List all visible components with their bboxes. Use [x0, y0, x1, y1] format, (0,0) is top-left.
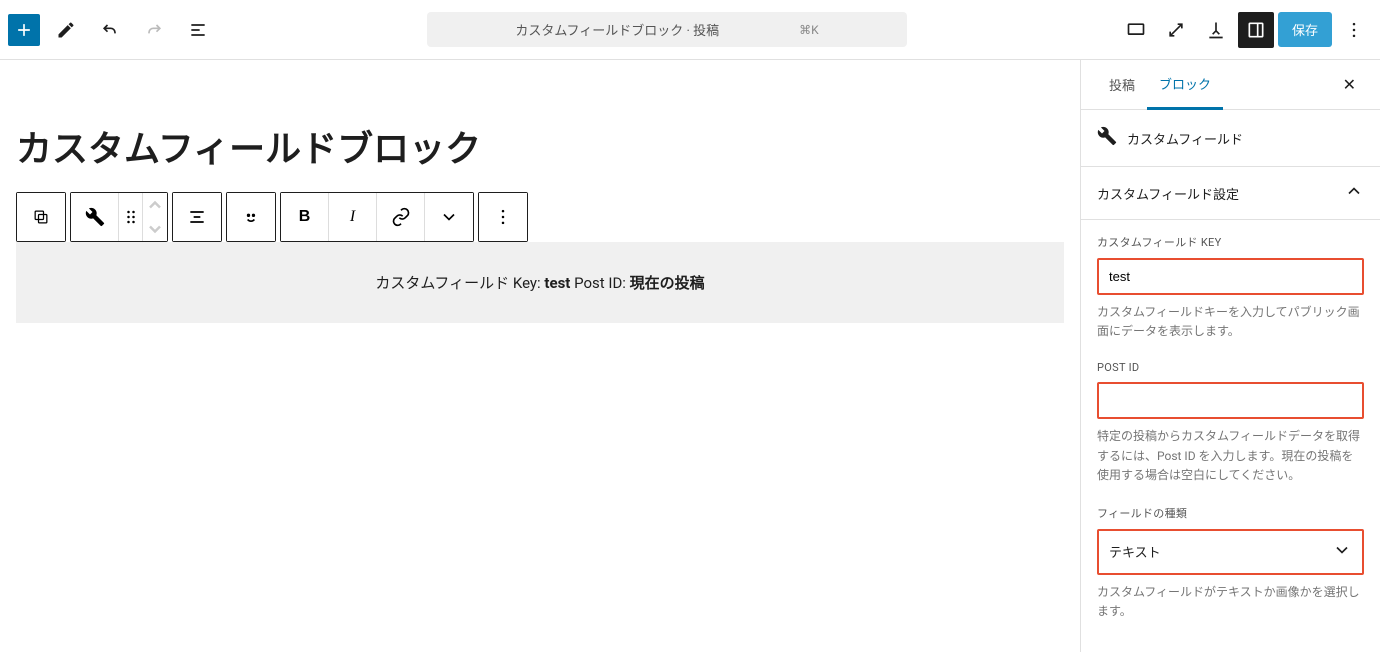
document-title: カスタムフィールドブロック · 投稿	[515, 20, 719, 39]
more-rich-text-button[interactable]	[425, 193, 473, 241]
main: カスタムフィールド ブロック	[0, 60, 1380, 652]
topbar-center: カスタムフィールドブロック · 投稿 ⌘K	[216, 12, 1118, 47]
edit-mode-button[interactable]	[48, 12, 84, 48]
preview-button[interactable]	[1158, 12, 1194, 48]
sidebar-tabs: 投稿 ブロック ✕	[1081, 60, 1380, 110]
type-field-value: テキスト	[1109, 542, 1161, 561]
close-sidebar-button[interactable]: ✕	[1335, 67, 1364, 102]
block-toolbar: B I	[16, 192, 1064, 242]
panel-section-header[interactable]: カスタムフィールド設定	[1081, 167, 1380, 220]
redo-button[interactable]	[136, 12, 172, 48]
block-parent-button[interactable]	[17, 193, 65, 241]
custom-field-block[interactable]: カスタムフィールド Key: test Post ID: 現在の投稿	[16, 242, 1064, 323]
add-block-button[interactable]	[8, 14, 40, 46]
panel-section-body: カスタムフィールド KEY カスタムフィールドキーを入力してパブリック画面にデー…	[1081, 220, 1380, 652]
block-more-button[interactable]	[479, 193, 527, 241]
settings-sidebar-button[interactable]	[1238, 12, 1274, 48]
save-button[interactable]: 保存	[1278, 12, 1332, 47]
post-title[interactable]: カスタムフィールドブロック	[16, 120, 1064, 172]
topbar: カスタムフィールドブロック · 投稿 ⌘K 保存	[0, 0, 1380, 60]
move-up-button[interactable]	[143, 193, 167, 217]
block-card: カスタムフィールド	[1081, 110, 1380, 167]
view-desktop-button[interactable]	[1118, 12, 1154, 48]
document-title-bar[interactable]: カスタムフィールドブロック · 投稿 ⌘K	[427, 12, 907, 47]
command-shortcut: ⌘K	[799, 23, 819, 37]
chevron-down-icon	[1332, 540, 1352, 564]
more-options-button[interactable]	[1336, 12, 1372, 48]
type-field-select[interactable]: テキスト	[1097, 529, 1364, 575]
editor-canvas[interactable]: カスタムフィールドブロック	[0, 60, 1080, 652]
tab-block[interactable]: ブロック	[1147, 60, 1223, 110]
drag-handle[interactable]	[119, 193, 143, 241]
bold-button[interactable]: B	[281, 193, 329, 241]
block-post-value: 現在の投稿	[630, 274, 705, 292]
link-button[interactable]	[377, 193, 425, 241]
panel-section-title: カスタムフィールド設定	[1097, 184, 1239, 203]
chevron-up-icon	[1344, 181, 1364, 205]
publish-panel-button[interactable]	[1198, 12, 1234, 48]
tab-post[interactable]: 投稿	[1097, 61, 1147, 108]
italic-button[interactable]: I	[329, 193, 377, 241]
key-field-help: カスタムフィールドキーを入力してパブリック画面にデータを表示します。	[1097, 303, 1364, 341]
key-field-label: カスタムフィールド KEY	[1097, 234, 1364, 250]
topbar-right: 保存	[1118, 12, 1372, 48]
key-field-input[interactable]	[1097, 258, 1364, 295]
wrench-icon	[1097, 126, 1117, 150]
document-overview-button[interactable]	[180, 12, 216, 48]
type-field-label: フィールドの種類	[1097, 505, 1364, 521]
type-field-help: カスタムフィールドがテキストか画像かを選択します。	[1097, 583, 1364, 621]
block-type-button[interactable]	[71, 193, 119, 241]
block-label-mid: Post ID:	[570, 274, 629, 292]
emoji-button[interactable]	[227, 193, 275, 241]
settings-sidebar: 投稿 ブロック ✕ カスタムフィールド カスタムフィールド設定 カスタムフィール…	[1080, 60, 1380, 652]
postid-field-input[interactable]	[1097, 382, 1364, 419]
move-down-button[interactable]	[143, 217, 167, 241]
postid-field-help: 特定の投稿からカスタムフィールドデータを取得するには、Post ID を入力しま…	[1097, 427, 1364, 485]
topbar-left	[8, 12, 216, 48]
undo-button[interactable]	[92, 12, 128, 48]
block-key-value: test	[544, 274, 570, 292]
align-button[interactable]	[173, 193, 221, 241]
block-label-prefix: カスタムフィールド Key:	[375, 274, 544, 292]
block-name: カスタムフィールド	[1127, 129, 1243, 148]
postid-field-label: POST ID	[1097, 361, 1364, 374]
